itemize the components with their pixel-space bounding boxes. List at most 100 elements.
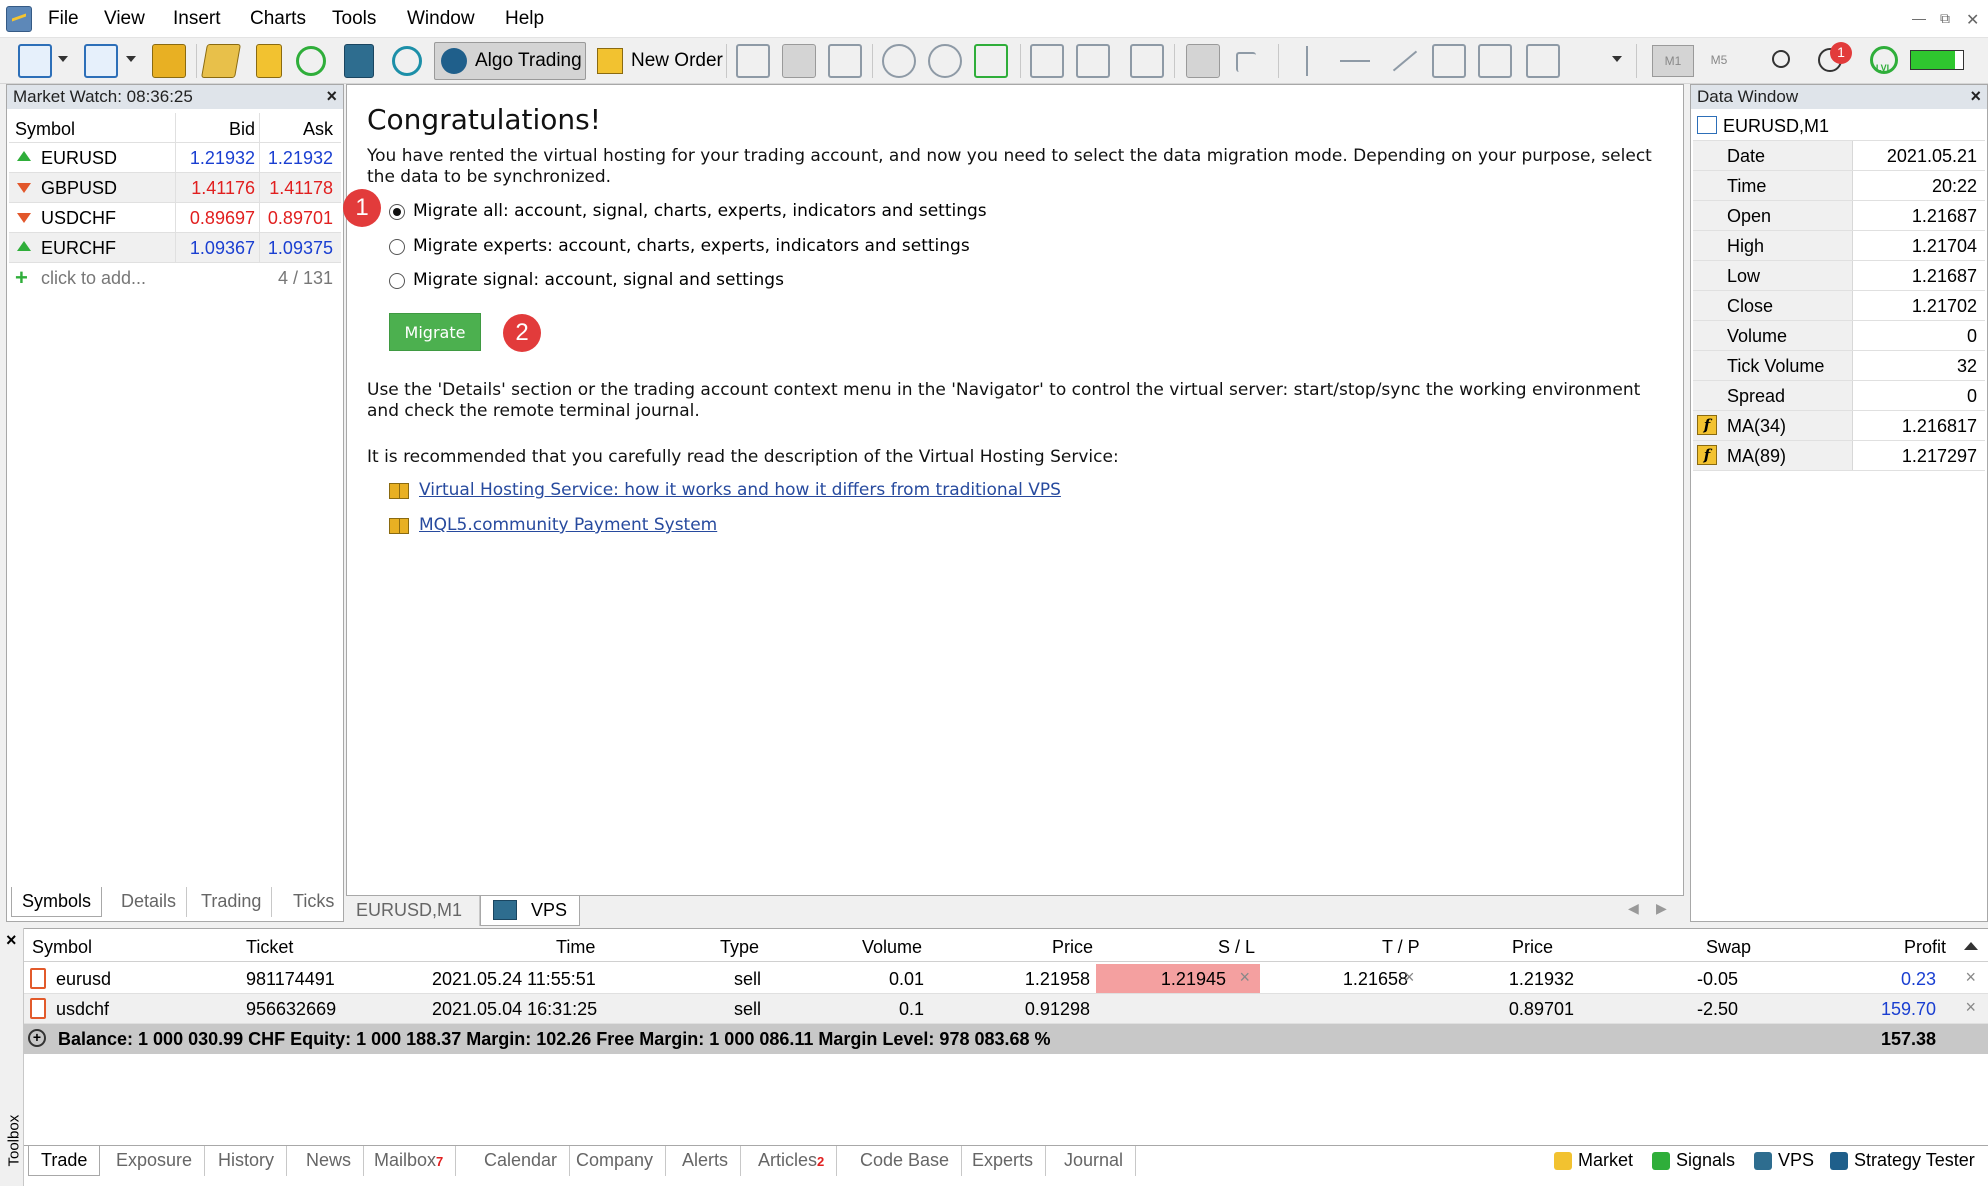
column-bid[interactable]: Bid <box>229 119 255 140</box>
tab-vps[interactable]: VPS <box>480 896 580 926</box>
restore-icon[interactable]: ⧉ <box>1940 10 1950 27</box>
market-watch-row[interactable]: USDCHF 0.89697 0.89701 <box>9 203 341 233</box>
radio-migrate-all[interactable] <box>389 204 405 220</box>
new-order-button[interactable]: New Order <box>590 42 723 80</box>
status-link-signals[interactable]: Signals <box>1676 1150 1735 1171</box>
status-link-vps[interactable]: VPS <box>1778 1150 1814 1171</box>
close-icon[interactable]: × <box>1970 86 1981 107</box>
tab-code-base[interactable]: Code Base <box>848 1146 963 1176</box>
zoom-in-icon[interactable] <box>882 44 916 78</box>
close-icon[interactable]: ✕ <box>1966 10 1979 30</box>
community-icon[interactable] <box>392 46 422 76</box>
table-row[interactable]: eurusd 981174491 2021.05.24 11:55:51 sell 0.… <box>24 964 1988 994</box>
menu-window[interactable]: Window <box>407 8 475 30</box>
col-sl[interactable]: S / L <box>1218 932 1255 962</box>
radio-migrate-signal[interactable] <box>389 273 405 289</box>
menu-charts[interactable]: Charts <box>250 8 306 30</box>
chart-shift-icon[interactable] <box>1030 44 1064 78</box>
scroll-right-icon[interactable]: ▶ <box>1656 900 1667 917</box>
tab-news[interactable]: News <box>294 1146 365 1176</box>
tab-mailbox[interactable]: Mailbox7 <box>362 1146 457 1176</box>
text-icon[interactable] <box>1526 44 1560 78</box>
market-watch-icon[interactable] <box>152 44 186 78</box>
auto-scroll-icon[interactable] <box>1076 44 1110 78</box>
tab-chart-eurusd[interactable]: EURUSD,M1 <box>346 896 480 926</box>
fibonacci-icon[interactable] <box>1432 44 1466 78</box>
col-type[interactable]: Type <box>720 932 759 962</box>
col-time[interactable]: Time <box>556 932 595 962</box>
market-watch-row[interactable]: EURUSD 1.21932 1.21932 <box>9 143 341 173</box>
close-icon[interactable]: × <box>326 86 337 107</box>
tab-journal[interactable]: Journal <box>1052 1146 1137 1176</box>
tab-ticks[interactable]: Ticks <box>283 887 344 917</box>
tab-details[interactable]: Details <box>111 887 188 917</box>
arrows-icon[interactable] <box>1574 44 1608 78</box>
tab-articles[interactable]: Articles2 <box>746 1146 838 1176</box>
crosshair-icon[interactable] <box>1236 52 1256 72</box>
market-icon[interactable] <box>256 44 282 78</box>
zoom-out-icon[interactable] <box>928 44 962 78</box>
signal-level-icon[interactable]: LVL <box>1870 46 1898 74</box>
col-ticket[interactable]: Ticket <box>246 932 293 962</box>
status-link-strategy-tester[interactable]: Strategy Tester <box>1854 1150 1975 1171</box>
tab-history[interactable]: History <box>206 1146 288 1176</box>
menu-insert[interactable]: Insert <box>173 8 221 30</box>
col-symbol[interactable]: Symbol <box>32 932 92 962</box>
option-migrate-all-label[interactable]: Migrate all: account, signal, charts, ex… <box>413 201 987 221</box>
expand-icon[interactable]: + <box>28 1029 46 1047</box>
templates-icon[interactable] <box>1130 44 1164 78</box>
tab-company[interactable]: Company <box>564 1146 667 1176</box>
tab-symbols[interactable]: Symbols <box>11 887 103 917</box>
option-migrate-signal-label[interactable]: Migrate signal: account, signal and sett… <box>413 270 784 290</box>
sort-ascending-icon[interactable] <box>1964 942 1978 950</box>
tab-alerts[interactable]: Alerts <box>670 1146 742 1176</box>
vps-icon[interactable] <box>344 44 374 78</box>
menu-help[interactable]: Help <box>505 8 544 30</box>
market-watch-row[interactable]: GBPUSD 1.41176 1.41178 <box>9 173 341 203</box>
tab-experts[interactable]: Experts <box>960 1146 1047 1176</box>
tab-trade[interactable]: Trade <box>28 1146 101 1176</box>
col-tp[interactable]: T / P <box>1382 932 1420 962</box>
link-virtual-hosting[interactable]: Virtual Hosting Service: how it works an… <box>419 480 1061 500</box>
migrate-button[interactable]: Migrate <box>389 313 481 351</box>
col-price[interactable]: Price <box>1052 932 1093 962</box>
algo-trading-button[interactable]: Algo Trading <box>434 42 586 80</box>
timeframe-m5-button[interactable]: M5 <box>1698 45 1740 77</box>
close-position-icon[interactable]: × <box>1965 967 1976 988</box>
search-icon[interactable] <box>1772 50 1790 68</box>
bar-chart-icon[interactable] <box>736 44 770 78</box>
market-watch-row[interactable]: EURCHF 1.09367 1.09375 <box>9 233 341 263</box>
vertical-line-icon[interactable] <box>1306 46 1308 76</box>
timeframe-m1-button[interactable]: M1 <box>1652 45 1694 77</box>
minimize-icon[interactable]: — <box>1912 10 1926 26</box>
scroll-left-icon[interactable]: ◀ <box>1628 900 1639 917</box>
grid-icon[interactable] <box>974 44 1008 78</box>
signals-icon[interactable] <box>296 46 326 76</box>
candlestick-chart-icon[interactable] <box>782 44 816 78</box>
option-migrate-experts-label[interactable]: Migrate experts: account, charts, expert… <box>413 236 970 256</box>
close-position-icon[interactable]: × <box>1965 997 1976 1018</box>
menu-file[interactable]: File <box>48 8 79 30</box>
navigator-icon[interactable] <box>201 44 241 78</box>
menu-view[interactable]: View <box>104 8 145 30</box>
line-chart-icon[interactable] <box>828 44 862 78</box>
new-chart-icon[interactable] <box>18 44 52 78</box>
profiles-icon[interactable] <box>84 44 118 78</box>
column-ask[interactable]: Ask <box>303 119 333 140</box>
chevron-down-icon[interactable] <box>126 56 136 62</box>
cursor-icon[interactable] <box>1186 44 1220 78</box>
col-current-price[interactable]: Price <box>1512 932 1553 962</box>
col-volume[interactable]: Volume <box>862 932 922 962</box>
chevron-down-icon[interactable] <box>1612 56 1622 62</box>
trendline-icon[interactable] <box>1392 50 1418 72</box>
horizontal-line-icon[interactable] <box>1340 60 1370 62</box>
radio-migrate-experts[interactable] <box>389 239 405 255</box>
remove-sl-icon[interactable]: × <box>1239 967 1250 988</box>
col-swap[interactable]: Swap <box>1706 932 1751 962</box>
tab-exposure[interactable]: Exposure <box>104 1146 206 1176</box>
status-link-market[interactable]: Market <box>1578 1150 1633 1171</box>
table-row[interactable]: usdchf 956632669 2021.05.04 16:31:25 sell 0.… <box>24 994 1988 1024</box>
col-profit[interactable]: Profit <box>1904 932 1946 962</box>
add-symbol-row[interactable]: + click to add... 4 / 131 <box>9 263 341 293</box>
close-icon[interactable]: × <box>6 930 17 951</box>
